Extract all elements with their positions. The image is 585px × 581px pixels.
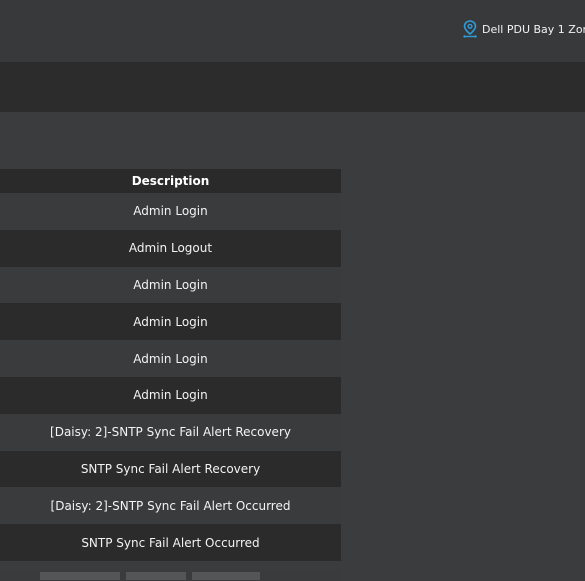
- event-log-table: Description Admin Login Admin Logout Adm…: [0, 169, 341, 561]
- cut-off-text: [40, 572, 260, 580]
- column-header-description[interactable]: Description: [0, 169, 341, 193]
- description-cell: Admin Login: [133, 351, 208, 366]
- table-row[interactable]: [Daisy: 2]-SNTP Sync Fail Alert Occurred: [0, 487, 341, 525]
- description-cell: Admin Login: [133, 314, 208, 329]
- table-row[interactable]: Admin Login: [0, 303, 341, 341]
- table-row[interactable]: Admin Logout: [0, 229, 341, 267]
- table-row[interactable]: Admin Login: [0, 340, 341, 377]
- table-row[interactable]: Admin Login: [0, 266, 341, 304]
- table-row[interactable]: SNTP Sync Fail Alert Recovery: [0, 450, 341, 488]
- table-row[interactable]: [Daisy: 2]-SNTP Sync Fail Alert Recovery: [0, 413, 341, 451]
- description-cell: SNTP Sync Fail Alert Occurred: [81, 535, 260, 550]
- table-row[interactable]: Admin Login: [0, 193, 341, 230]
- top-header-bar: Dell PDU Bay 1 Zone A: [0, 0, 585, 62]
- column-header-label: Description: [131, 174, 210, 188]
- description-cell: [Daisy: 2]-SNTP Sync Fail Alert Recovery: [50, 425, 291, 440]
- table-row[interactable]: Admin Login: [0, 376, 341, 414]
- map-pin-icon: [462, 20, 478, 38]
- description-cell: [Daisy: 2]-SNTP Sync Fail Alert Occurred: [50, 498, 291, 513]
- sub-navigation-bar: [0, 62, 585, 112]
- description-cell: Admin Logout: [128, 241, 213, 256]
- location-label: Dell PDU Bay 1 Zone A: [482, 22, 585, 36]
- description-cell: Admin Login: [133, 204, 208, 219]
- description-cell: Admin Login: [133, 277, 208, 292]
- table-row[interactable]: SNTP Sync Fail Alert Occurred: [0, 524, 341, 561]
- table-row-cut-off: [0, 570, 341, 581]
- description-cell: SNTP Sync Fail Alert Recovery: [80, 461, 261, 476]
- device-location[interactable]: Dell PDU Bay 1 Zone A: [462, 20, 585, 38]
- description-cell: Admin Login: [133, 388, 208, 403]
